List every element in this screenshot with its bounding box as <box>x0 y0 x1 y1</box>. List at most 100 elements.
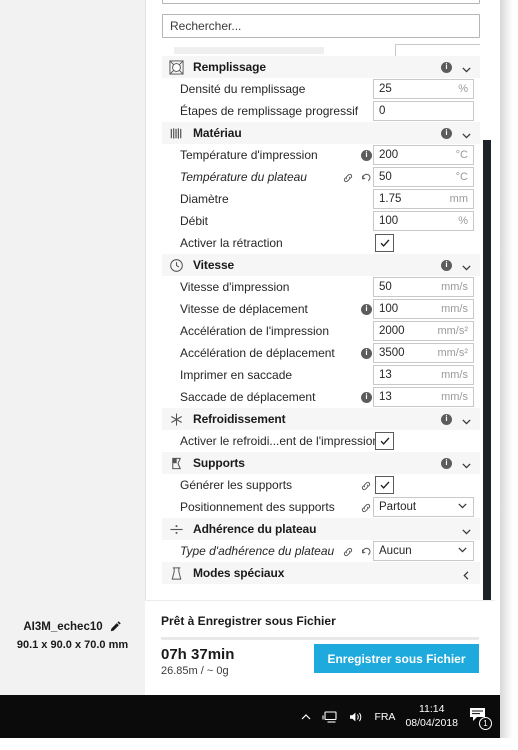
value-unit: mm/s² <box>437 325 468 337</box>
link-icon[interactable] <box>342 171 354 183</box>
value-text: 50 <box>379 281 392 293</box>
save-status-text: Prêt à Enregistrer sous Fichier <box>161 614 336 628</box>
material-icon <box>168 125 185 142</box>
chevron-down-icon[interactable] <box>461 128 472 139</box>
category-header-2[interactable]: Vitessei <box>162 254 480 276</box>
checkbox[interactable] <box>375 234 394 252</box>
system-tray: FRA 11:14 08/04/2018 1 <box>300 695 490 738</box>
value-field[interactable]: 50mm/s <box>373 277 474 297</box>
network-icon[interactable] <box>322 710 338 724</box>
chevron-down-icon[interactable] <box>461 260 472 271</box>
value-field[interactable]: 13mm/s <box>373 365 474 385</box>
setting-label: Étapes de remplissage progressif <box>162 104 358 118</box>
value-field[interactable]: 1.75mm <box>373 189 474 209</box>
save-to-file-button[interactable]: Enregistrer sous Fichier <box>314 644 479 673</box>
row-icons <box>342 540 372 562</box>
value-text: 0 <box>379 105 385 117</box>
dropdown[interactable]: Aucun <box>373 541 474 561</box>
pencil-icon[interactable] <box>109 620 122 633</box>
chevron-up-icon[interactable] <box>300 711 312 723</box>
link-icon[interactable] <box>360 479 372 491</box>
revert-icon[interactable] <box>360 171 372 183</box>
settings-panel: RemplissageiDensité du remplissage25%Éta… <box>145 0 495 695</box>
chevron-left-icon[interactable] <box>461 568 472 579</box>
chevron-down-icon <box>457 542 468 560</box>
progress-divider <box>161 637 479 640</box>
info-icon[interactable]: i <box>361 348 372 359</box>
value-field[interactable]: 2000 mm/s² <box>373 321 474 341</box>
setting-row: Diamètre1.75mm <box>162 188 480 210</box>
category-header-1[interactable]: Matériaui <box>162 122 480 144</box>
category-controls: i <box>441 254 472 276</box>
category-controls: i <box>441 408 472 430</box>
info-icon[interactable]: i <box>361 150 372 161</box>
chevron-down-icon[interactable] <box>461 458 472 469</box>
row-icons <box>360 474 372 496</box>
value-unit: °C <box>456 171 468 183</box>
value-field[interactable]: 200°C <box>373 145 474 165</box>
checkbox[interactable] <box>375 432 394 450</box>
category-title: Refroidissement <box>193 412 286 426</box>
category-header-3[interactable]: Refroidissement i <box>162 408 480 430</box>
info-icon[interactable]: i <box>441 414 452 425</box>
notification-icon[interactable]: 1 <box>468 706 490 728</box>
save-area: Prêt à Enregistrer sous Fichier 07h 37mi… <box>145 600 495 695</box>
category-title: Supports <box>193 456 245 470</box>
checkbox[interactable] <box>375 476 394 494</box>
category-header-0[interactable]: Remplissagei <box>162 56 480 78</box>
adhesion-icon <box>168 521 185 538</box>
info-icon[interactable]: i <box>361 392 372 403</box>
info-icon[interactable]: i <box>441 62 452 73</box>
value-field[interactable]: 100mm/s <box>373 299 474 319</box>
dropdown[interactable]: Partout <box>373 497 474 517</box>
setting-label: Vitesse d'impression <box>162 280 289 294</box>
model-dimensions: 90.1 x 90.0 x 70.0 mm <box>0 639 145 651</box>
value-field[interactable]: 50°C <box>373 167 474 187</box>
row-icons: i <box>361 144 372 166</box>
link-icon[interactable] <box>360 501 372 513</box>
value-text: 13 <box>379 391 392 403</box>
value-text: 25 <box>379 83 392 95</box>
settings-scroll-area[interactable]: RemplissageiDensité du remplissage25%Éta… <box>146 44 496 600</box>
clock[interactable]: 11:14 08/04/2018 <box>405 703 458 729</box>
value-unit: mm/s <box>441 369 468 381</box>
support-icon <box>168 455 185 472</box>
model-name-row: AI3M_echec10 <box>0 620 145 633</box>
settings-scrollbar[interactable] <box>483 0 495 695</box>
scrollbar-thumb[interactable] <box>483 140 491 612</box>
viewport-panel: AI3M_echec10 90.1 x 90.0 x 70.0 mm <box>0 0 145 695</box>
category-controls <box>461 562 472 584</box>
link-icon[interactable] <box>342 545 354 557</box>
language-indicator[interactable]: FRA <box>374 711 395 723</box>
revert-icon[interactable] <box>360 545 372 557</box>
setting-label: Saccade de déplacement <box>162 390 315 404</box>
info-icon[interactable]: i <box>361 304 372 315</box>
value-text: 2000 <box>379 325 405 337</box>
value-unit: % <box>458 215 468 227</box>
value-field[interactable]: 100% <box>373 211 474 231</box>
clock-date: 08/04/2018 <box>405 717 458 730</box>
chevron-down-icon[interactable] <box>461 62 472 73</box>
category-header-5[interactable]: Adhérence du plateau <box>162 518 480 540</box>
row-icons: i <box>361 342 372 364</box>
value-field[interactable]: 0 <box>373 101 474 121</box>
info-icon[interactable]: i <box>441 128 452 139</box>
chevron-down-icon[interactable] <box>461 524 472 535</box>
partial-setting-row <box>162 44 480 56</box>
dropdown-value: Partout <box>379 501 416 513</box>
info-icon[interactable]: i <box>441 260 452 271</box>
infill-icon <box>168 59 185 76</box>
bottom-edge <box>0 738 518 750</box>
setting-row: Positionnement des supportsPartout <box>162 496 480 518</box>
info-icon[interactable]: i <box>441 458 452 469</box>
setting-label: Imprimer en saccade <box>162 368 292 382</box>
setting-label: Débit <box>162 214 208 228</box>
value-field[interactable]: 3500mm/s² <box>373 343 474 363</box>
category-header-4[interactable]: Supports i <box>162 452 480 474</box>
search-input[interactable] <box>162 14 480 38</box>
volume-icon[interactable] <box>348 710 364 724</box>
value-field[interactable]: 13mm/s <box>373 387 474 407</box>
category-header-6[interactable]: Modes spéciaux <box>162 562 480 584</box>
value-field[interactable]: 25% <box>373 79 474 99</box>
chevron-down-icon[interactable] <box>461 414 472 425</box>
